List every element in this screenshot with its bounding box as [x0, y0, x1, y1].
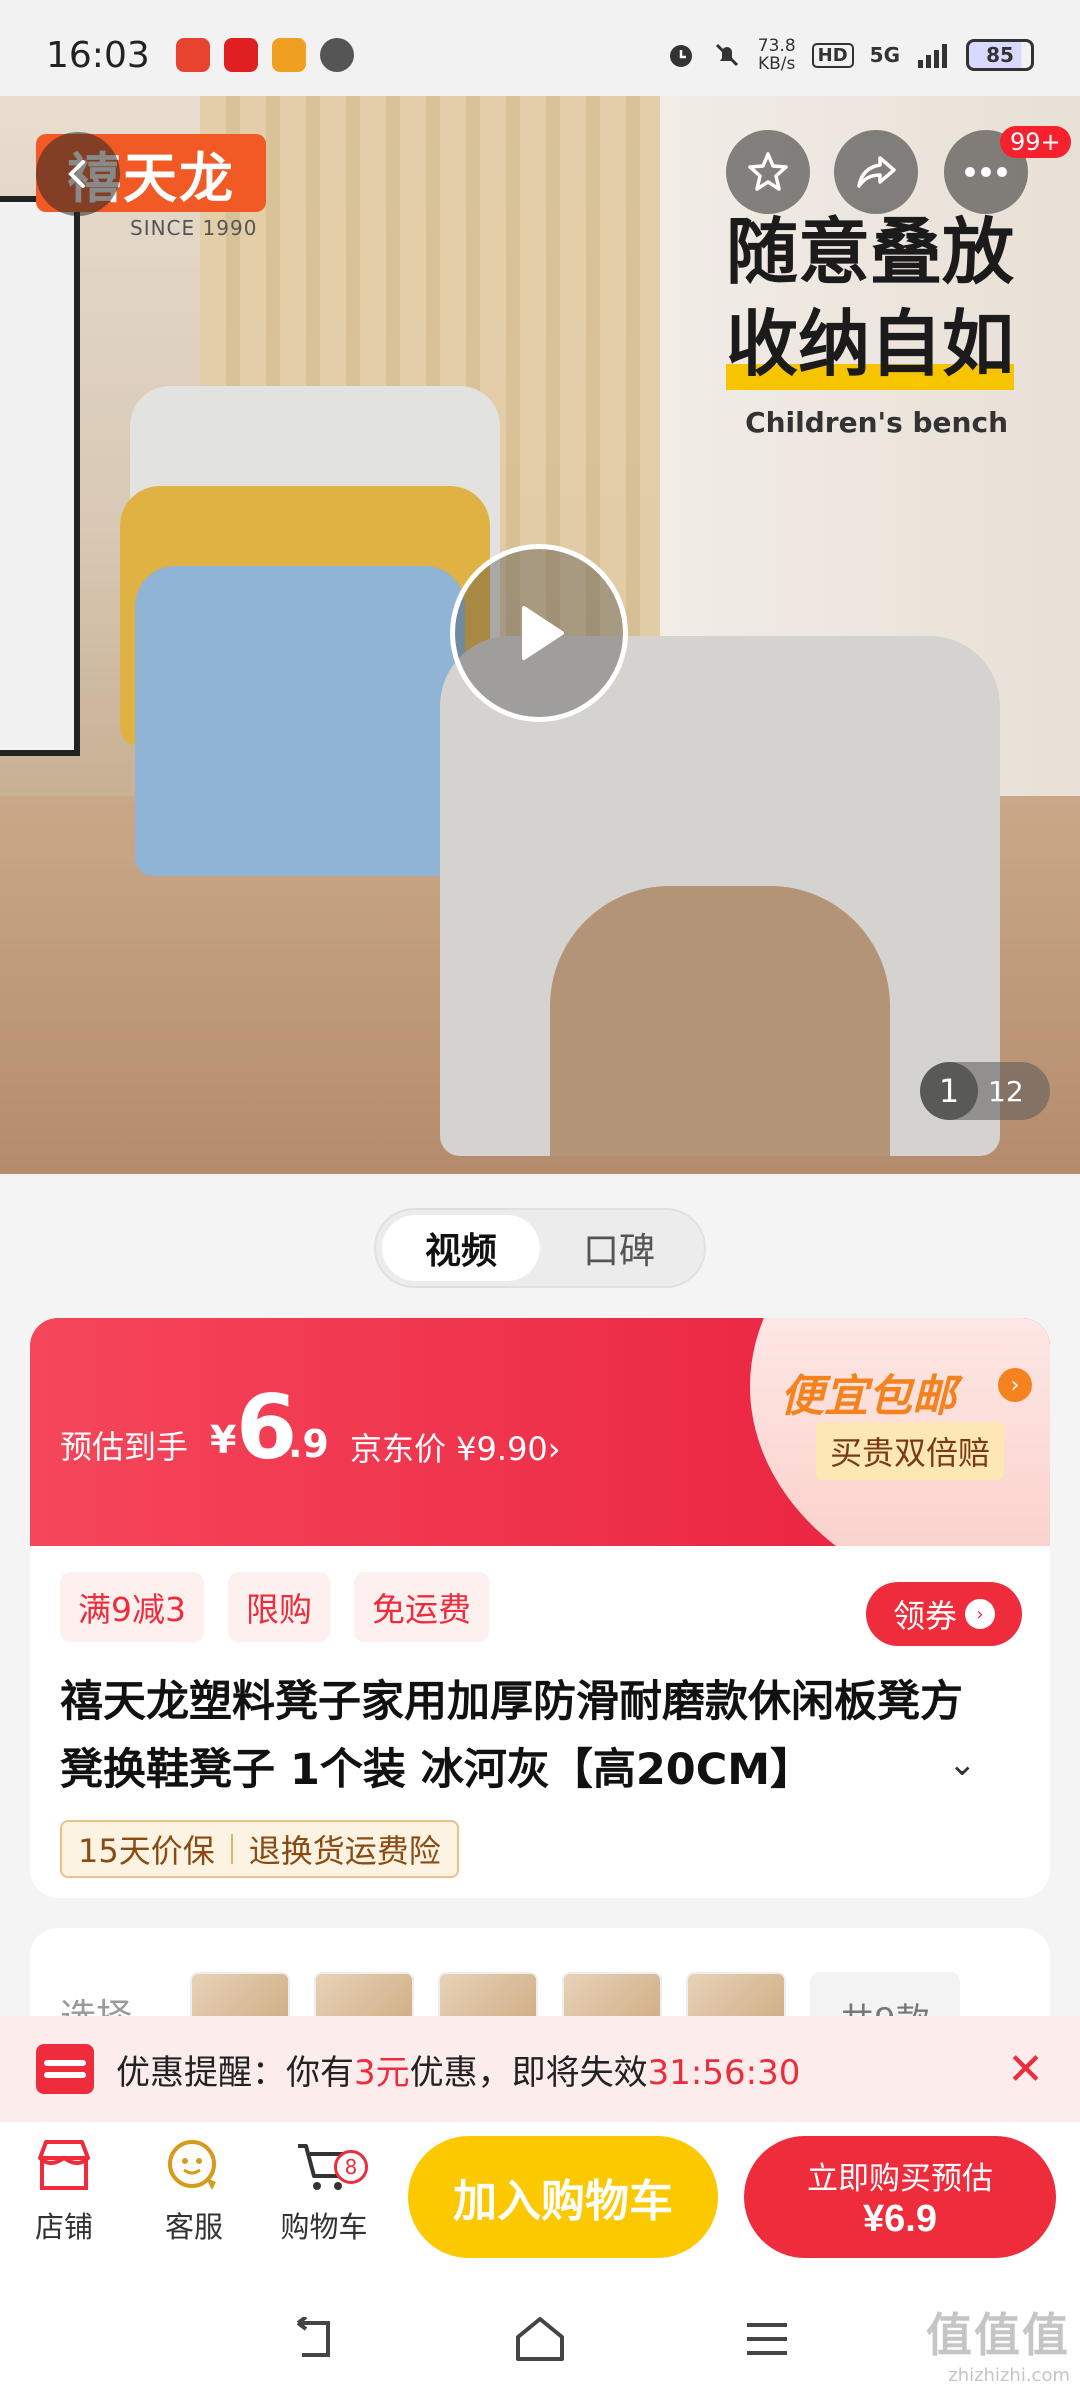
stool-blue-stacked: [135, 566, 465, 876]
back-button[interactable]: [36, 132, 120, 216]
service-label: 客服: [164, 2210, 223, 2244]
return-insurance-label: 退换货运费险: [248, 1832, 441, 1870]
buy-now-price: ¥6.9: [863, 2198, 937, 2240]
service-guarantee[interactable]: 15天价保 退换货运费险: [60, 1820, 459, 1878]
hero-slogan: 随意叠放 收纳自如: [725, 206, 1014, 390]
add-to-cart-button[interactable]: 加入购物车: [408, 2136, 718, 2258]
store-icon: [38, 2140, 90, 2190]
app-notification-icon: [175, 38, 210, 72]
cart-count-badge: 8: [334, 2150, 368, 2184]
jd-price-link[interactable]: 京东价 ¥9.90›: [350, 1424, 561, 1470]
buy-now-label: 立即购买预估: [807, 2161, 993, 2196]
system-back-button[interactable]: [283, 2309, 343, 2369]
customer-service-icon: [168, 2140, 216, 2190]
favorite-button[interactable]: [726, 130, 810, 214]
price-decimal: .9: [288, 1422, 329, 1466]
reminder-amount: 3元: [354, 2052, 410, 2093]
media-segment-control: 视频 口碑: [374, 1208, 706, 1288]
status-app-icons: [175, 38, 354, 72]
system-navigation-bar: [0, 2278, 1080, 2400]
bottom-action-bar: 店铺 客服 8 购物车 加入购物车 立即购买预估 ¥6.9: [0, 2122, 1080, 2278]
more-dots-icon: [965, 167, 1007, 177]
price-protection-label: 15天价保: [78, 1832, 215, 1870]
price-currency: ¥: [210, 1418, 237, 1462]
play-icon: [522, 606, 564, 660]
chevron-right-icon: ›: [965, 1599, 995, 1629]
pager-current: 1: [920, 1062, 978, 1120]
status-bar: 16:03 73.8 KB/s HD 5G 85: [0, 0, 1080, 110]
price-banner[interactable]: 预估到手 ¥ 6 .9 京东价 ¥9.90› 便宜包邮 › 买贵双倍赔: [30, 1318, 1050, 1546]
play-video-button[interactable]: [450, 544, 628, 722]
product-title: 禧天龙塑料凳子家用加厚防滑耐磨款休闲板凳方凳换鞋凳子 1个装 冰河灰【高20CM…: [60, 1677, 963, 1795]
star-icon: [748, 152, 788, 191]
product-image-carousel[interactable]: 禧天龙 SINCE 1990 随意叠放 收纳自如 Children's benc…: [0, 96, 1080, 1174]
app-notification-icon: [223, 38, 258, 72]
chevron-left-icon: [68, 160, 85, 188]
tab-video[interactable]: 视频: [382, 1215, 540, 1281]
status-indicators: 73.8 KB/s HD 5G 85: [666, 37, 1034, 73]
hd-icon: HD: [811, 42, 854, 68]
coupon-label: 领券: [892, 1597, 957, 1635]
promo-title[interactable]: 便宜包邮: [780, 1360, 956, 1424]
tab-reviews[interactable]: 口碑: [540, 1215, 698, 1281]
share-button[interactable]: [834, 130, 918, 214]
message-badge: 99+: [1000, 126, 1071, 158]
watermark: 值值值 zhizhizhi.com: [926, 2308, 1070, 2386]
net-speed: 73.8 KB/s: [757, 36, 796, 74]
pager-total: 12: [988, 1074, 1024, 1108]
estimated-price-label: 预估到手: [60, 1428, 189, 1466]
system-home-button[interactable]: [510, 2309, 570, 2369]
app-notification-icon: [271, 38, 306, 72]
store-label: 店铺: [34, 2210, 93, 2244]
background-frame: [0, 196, 80, 756]
image-pager: 1 12: [920, 1062, 1050, 1120]
promo-tag[interactable]: 满9减3: [60, 1572, 204, 1642]
chevron-right-icon: ›: [998, 1368, 1032, 1402]
slogan-line-1: 随意叠放: [725, 210, 1014, 294]
store-button[interactable]: 店铺: [4, 2136, 124, 2246]
promo-tag: 限购: [228, 1572, 330, 1642]
alarm-icon: [669, 45, 692, 67]
stool-leg-gap: [550, 886, 890, 1156]
close-icon[interactable]: ✕: [1007, 2044, 1044, 2095]
mute-bell-icon: [715, 43, 738, 67]
promo-badge: 买贵双倍赔: [816, 1422, 1005, 1480]
cart-button[interactable]: 8 购物车: [264, 2136, 384, 2246]
hero-subtitle: Children's bench: [745, 406, 1008, 439]
slogan-line-2: 收纳自如: [725, 298, 1014, 390]
cart-label: 购物车: [280, 2210, 368, 2244]
menu-icon: [746, 2323, 787, 2355]
network-type: 5G: [869, 43, 900, 67]
battery-icon: 85: [966, 39, 1034, 71]
product-info-card: 预估到手 ¥ 6 .9 京东价 ¥9.90› 便宜包邮 › 买贵双倍赔 满9减3…: [30, 1318, 1050, 1898]
buy-now-button[interactable]: 立即购买预估 ¥6.9: [744, 2136, 1056, 2258]
reminder-countdown: 31:56:30: [647, 2052, 801, 2093]
system-menu-button[interactable]: [737, 2309, 797, 2369]
get-coupon-button[interactable]: 领券 ›: [866, 1582, 1022, 1646]
promo-tag: 免运费: [354, 1572, 489, 1642]
customer-service-button[interactable]: 客服: [134, 2136, 254, 2246]
back-arrow-icon: [297, 2317, 331, 2357]
home-icon: [515, 2317, 564, 2361]
status-time: 16:03: [46, 34, 150, 76]
share-icon: [857, 156, 896, 188]
app-notification-icon: [319, 38, 354, 72]
discount-reminder-bar[interactable]: 优惠提醒：你有3元优惠，即将失效31:56:30 ✕: [0, 2016, 1080, 2122]
brand-since: SINCE 1990: [130, 216, 258, 240]
promo-tags: 满9减3 限购 免运费: [60, 1572, 489, 1642]
chevron-down-icon[interactable]: ⌄: [948, 1744, 977, 1784]
coupon-icon: [36, 2044, 94, 2094]
reminder-text: 优惠提醒：你有3元优惠，即将失效31:56:30: [116, 2052, 801, 2093]
signal-icon: [918, 44, 947, 68]
